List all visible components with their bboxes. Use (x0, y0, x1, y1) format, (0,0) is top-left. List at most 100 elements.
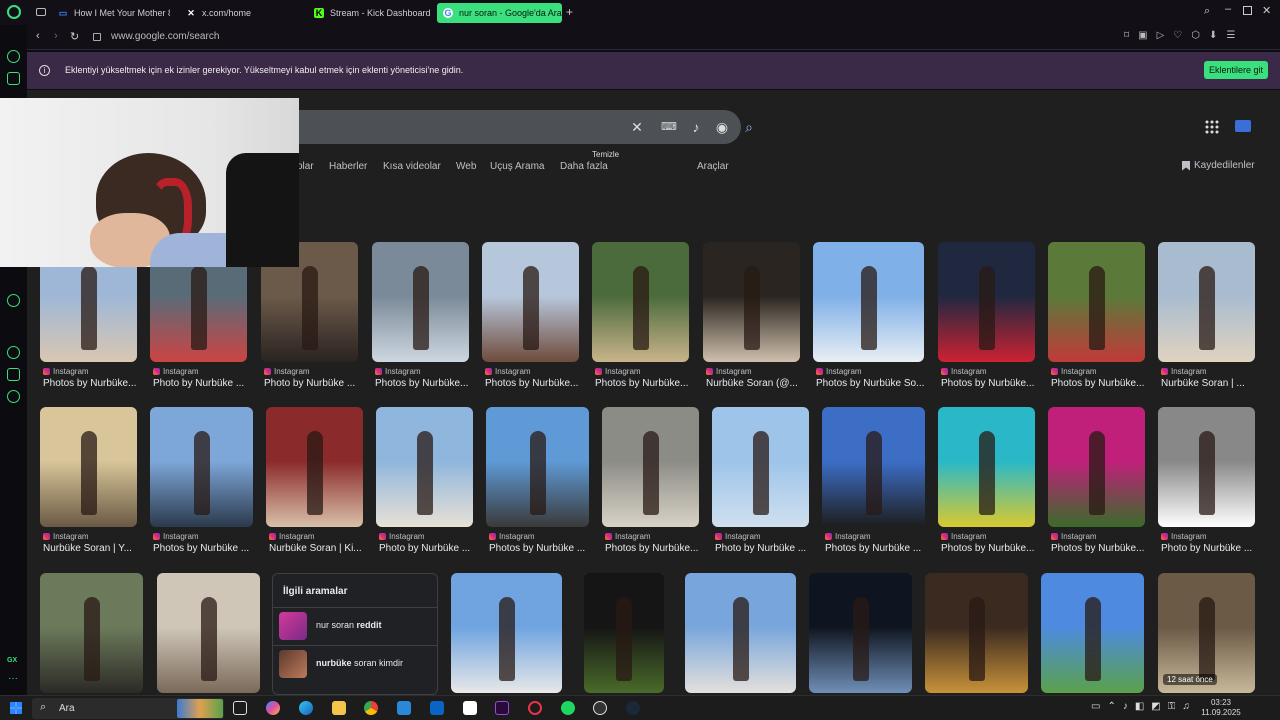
result-title[interactable]: Photo by Nurbüke ... (715, 543, 820, 554)
tab-more[interactable]: Daha fazla (560, 161, 608, 172)
tab-short-videos[interactable]: Kısa videolar (383, 161, 441, 172)
result-title[interactable]: Photos by Nurbüke... (595, 378, 700, 389)
image-result[interactable] (372, 242, 469, 362)
result-title[interactable]: Photos by Nurbüke... (43, 378, 148, 389)
result-title[interactable]: Photo by Nurbüke ... (379, 543, 484, 554)
result-title[interactable]: Photos by Nurbüke... (605, 543, 710, 554)
tab-flights[interactable]: Uçuş Arama (490, 161, 544, 172)
image-result[interactable] (1158, 407, 1255, 527)
result-title[interactable]: Photos by Nurbüke ... (489, 543, 600, 554)
opera-gx-icon[interactable] (528, 701, 542, 715)
image-result[interactable] (1158, 242, 1255, 362)
mic-icon[interactable]: ♪ (688, 119, 704, 135)
clear-icon[interactable]: ✕ (629, 119, 645, 135)
result-title[interactable]: Photos by Nurbüke... (375, 378, 480, 389)
tab-web[interactable]: Web (456, 161, 476, 172)
premiere-icon[interactable] (495, 701, 509, 715)
go-to-extensions-button[interactable]: Eklentilere git (1204, 61, 1268, 79)
result-title[interactable]: Nurbüke Soran (@... (706, 378, 811, 389)
image-result[interactable] (40, 407, 137, 527)
taskbar-clock[interactable]: 03:23 11.09.2025 (1198, 698, 1244, 718)
player-icon[interactable] (7, 294, 20, 307)
image-result[interactable] (584, 573, 664, 693)
image-result[interactable] (1048, 242, 1145, 362)
saved-button[interactable]: Kaydedilenler (1182, 160, 1255, 171)
image-result[interactable] (938, 242, 1035, 362)
image-result[interactable] (703, 242, 800, 362)
back-icon[interactable]: ‹ (36, 30, 40, 42)
result-title[interactable]: Photos by Nurbüke... (1051, 378, 1156, 389)
image-result[interactable] (376, 407, 473, 527)
task-view-icon[interactable] (233, 701, 247, 715)
obs-icon[interactable] (593, 701, 607, 715)
apps-grid-icon[interactable] (1205, 120, 1219, 134)
result-title[interactable]: Photos by Nurbüke... (1051, 543, 1156, 554)
tab-x-home[interactable]: ✕ x.com/home (186, 3, 296, 23)
image-result[interactable] (685, 573, 796, 693)
account-avatar[interactable] (1235, 120, 1251, 132)
close-window-icon[interactable]: ✕ (1262, 4, 1271, 17)
tab-kick[interactable]: K Stream - Kick Dashboard (314, 3, 436, 23)
tab-island-icon[interactable] (36, 8, 46, 16)
result-title[interactable]: Photo by Nurbüke ... (153, 378, 258, 389)
capcut-icon[interactable] (463, 701, 477, 715)
image-result[interactable] (157, 573, 260, 693)
new-tab-button[interactable]: + (566, 5, 573, 19)
image-result[interactable] (925, 573, 1028, 693)
image-result[interactable] (592, 242, 689, 362)
tab-google-search[interactable]: Gnur soran - Google'da Ara (437, 3, 562, 23)
result-title[interactable]: Photos by Nurbüke ... (153, 543, 264, 554)
image-result[interactable] (712, 407, 809, 527)
reload-icon[interactable]: ↻ (70, 30, 79, 43)
taskbar-search[interactable]: ⌕ Ara (32, 698, 224, 719)
opera-gx-logo-icon[interactable] (7, 5, 21, 19)
image-result[interactable] (451, 573, 562, 693)
image-result[interactable] (602, 407, 699, 527)
explorer-icon[interactable] (332, 701, 346, 715)
start-icon[interactable] (10, 702, 22, 714)
related-item-reddit[interactable]: nur soran reddit (273, 607, 437, 645)
more-icon[interactable]: ··· (8, 673, 18, 684)
edge-icon[interactable] (299, 701, 313, 715)
result-title[interactable]: Nurbüke Soran | Ki... (269, 543, 374, 554)
result-title[interactable]: Photos by Nurbüke So... (816, 378, 935, 389)
outlook-icon[interactable] (430, 701, 444, 715)
url-field[interactable]: www.google.com/search (111, 31, 219, 42)
image-result[interactable] (1041, 573, 1144, 693)
gx-corner-icon[interactable] (7, 72, 20, 85)
result-title[interactable]: Photo by Nurbüke ... (1161, 543, 1266, 554)
result-title[interactable]: Photo by Nurbüke ... (264, 378, 369, 389)
image-result[interactable] (486, 407, 589, 527)
result-title[interactable]: Nurbüke Soran | Y... (43, 543, 148, 554)
related-item-kimdir[interactable]: nurbüke soran kimdir (273, 645, 437, 683)
extensions-icon[interactable] (7, 368, 20, 381)
image-result[interactable] (822, 407, 925, 527)
tab-news[interactable]: Haberler (329, 161, 367, 172)
image-result[interactable] (40, 573, 143, 693)
image-result[interactable] (1048, 407, 1145, 527)
result-title[interactable]: Photos by Nurbüke... (941, 543, 1046, 554)
tab-images[interactable]: olar (297, 161, 314, 172)
tab-himym[interactable]: ▭ How I Met Your Mother 8. (58, 3, 170, 23)
search-icon[interactable]: ⌕ (741, 119, 757, 135)
forward-icon[interactable]: › (54, 30, 58, 42)
image-result[interactable] (809, 573, 912, 693)
result-title[interactable]: Nurbüke Soran | ... (1161, 378, 1266, 389)
spotify-icon[interactable] (561, 701, 575, 715)
search-input[interactable]: ✕ ⌨ ♪ ◉ ⌕ (257, 110, 753, 144)
gx-control-icon[interactable] (7, 50, 20, 63)
maximize-icon[interactable] (1243, 6, 1252, 15)
settings-icon[interactable] (7, 390, 20, 403)
history-icon[interactable] (7, 346, 20, 359)
chrome-icon[interactable] (364, 701, 378, 715)
copilot-icon[interactable] (266, 701, 280, 715)
image-result[interactable] (266, 407, 363, 527)
image-result[interactable] (482, 242, 579, 362)
lens-icon[interactable]: ◉ (714, 119, 730, 135)
image-result[interactable] (813, 242, 924, 362)
minimize-icon[interactable]: – (1225, 3, 1231, 15)
keyboard-icon[interactable]: ⌨ (661, 119, 677, 135)
result-title[interactable]: Photos by Nurbüke... (485, 378, 590, 389)
steam-icon[interactable] (626, 701, 640, 715)
result-title[interactable]: Photos by Nurbüke... (941, 378, 1046, 389)
